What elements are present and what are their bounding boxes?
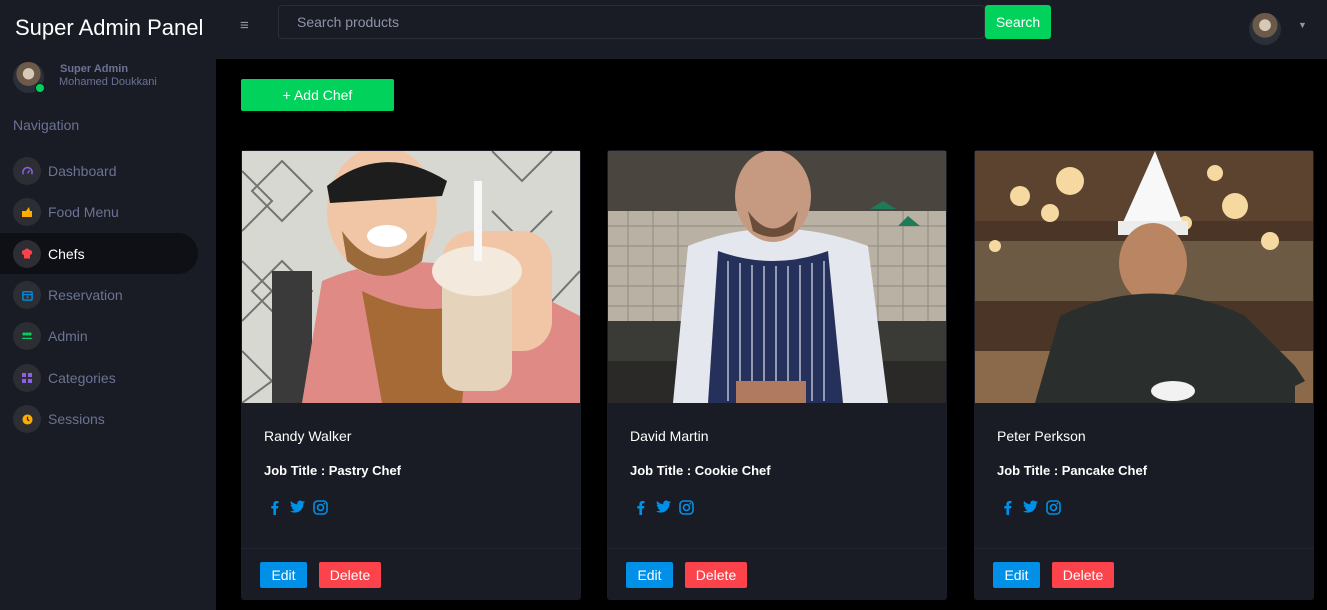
chef-card: Randy Walker Job Title : Pastry Chef Edi…	[241, 150, 581, 600]
avatar	[13, 62, 45, 93]
chef-photo	[975, 151, 1313, 403]
profile-name: Mohamed Doukkani	[59, 76, 157, 88]
online-status-indicator	[35, 83, 45, 93]
sidebar-item-label: Admin	[48, 328, 88, 344]
speedometer-icon	[13, 157, 41, 185]
sidebar-item-label: Categories	[48, 370, 116, 386]
chef-name: Peter Perkson	[997, 428, 1086, 444]
sidebar-item-label: Food Menu	[48, 204, 119, 220]
instagram-icon[interactable]	[313, 499, 328, 515]
sidebar-item-label: Dashboard	[48, 163, 117, 179]
chef-name: David Martin	[630, 428, 709, 444]
chef-photo	[242, 151, 580, 403]
user-profile[interactable]: Super Admin Mohamed Doukkani	[13, 62, 157, 93]
chef-card: Peter Perkson Job Title : Pancake Chef E…	[974, 150, 1314, 600]
facebook-icon[interactable]	[1000, 499, 1015, 515]
edit-button[interactable]: Edit	[260, 562, 307, 588]
profile-role: Super Admin	[60, 63, 129, 75]
user-avatar[interactable]	[1249, 13, 1281, 45]
sidebar-item-admin[interactable]: Admin	[0, 315, 198, 356]
edit-button[interactable]: Edit	[626, 562, 673, 588]
card-divider	[607, 548, 947, 549]
facebook-icon[interactable]	[267, 499, 282, 515]
instagram-icon[interactable]	[1046, 499, 1061, 515]
app-title[interactable]: Super Admin Panel	[15, 15, 203, 41]
food-icon	[13, 198, 41, 226]
sidebar-item-food-menu[interactable]: Food Menu	[0, 191, 198, 232]
sidebar-item-dashboard[interactable]: Dashboard	[0, 150, 198, 191]
social-links	[267, 499, 328, 515]
twitter-icon[interactable]	[290, 499, 305, 515]
twitter-icon[interactable]	[1023, 499, 1038, 515]
add-chef-button[interactable]: + Add Chef	[241, 79, 394, 111]
social-links	[633, 499, 694, 515]
topbar: ≡ Search ▼	[216, 0, 1327, 59]
chef-job-title: Job Title : Pancake Chef	[997, 463, 1148, 478]
chef-photo	[608, 151, 946, 403]
nav-heading: Navigation	[13, 117, 80, 133]
sidebar-item-chefs[interactable]: Chefs	[0, 233, 198, 274]
edit-button[interactable]: Edit	[993, 562, 1040, 588]
sidebar-item-categories[interactable]: Categories	[0, 357, 198, 398]
chef-card: David Martin Job Title : Cookie Chef Edi…	[607, 150, 947, 600]
search-button[interactable]: Search	[985, 5, 1051, 39]
social-links	[1000, 499, 1061, 515]
card-divider	[974, 548, 1314, 549]
facebook-icon[interactable]	[633, 499, 648, 515]
search-input[interactable]	[278, 5, 985, 39]
chef-hat-icon	[13, 240, 41, 268]
card-divider	[241, 548, 581, 549]
sidebar-item-label: Reservation	[48, 287, 123, 303]
users-icon	[13, 322, 41, 350]
chevron-down-icon[interactable]: ▼	[1298, 20, 1307, 30]
calendar-icon	[13, 281, 41, 309]
chef-job-title: Job Title : Cookie Chef	[630, 463, 771, 478]
sidebar-item-reservation[interactable]: Reservation	[0, 274, 198, 315]
sidebar-item-label: Sessions	[48, 411, 105, 427]
chef-job-title: Job Title : Pastry Chef	[264, 463, 402, 478]
clock-icon	[13, 405, 41, 433]
instagram-icon[interactable]	[679, 499, 694, 515]
grid-icon	[13, 364, 41, 392]
sidebar: Super Admin Panel Super Admin Mohamed Do…	[0, 0, 216, 610]
sidebar-item-label: Chefs	[48, 246, 85, 262]
delete-button[interactable]: Delete	[1052, 562, 1114, 588]
delete-button[interactable]: Delete	[685, 562, 747, 588]
menu-toggle-icon[interactable]: ≡	[240, 17, 249, 34]
sidebar-item-sessions[interactable]: Sessions	[0, 398, 198, 439]
twitter-icon[interactable]	[656, 499, 671, 515]
delete-button[interactable]: Delete	[319, 562, 381, 588]
chef-name: Randy Walker	[264, 428, 352, 444]
